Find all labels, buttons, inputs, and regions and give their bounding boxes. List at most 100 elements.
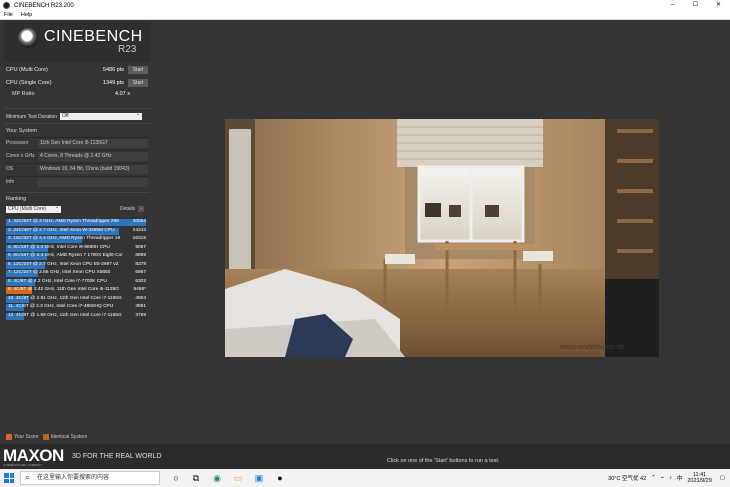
ranking-cpu-label: 7. 12C/24T @ 2.66 GHz, Intel Xeon CPU X5… — [8, 270, 111, 275]
system-key: OS — [6, 166, 14, 172]
ranking-row[interactable]: 1. 32C/64T @ 3 GHz, AMD Ryzen Threadripp… — [6, 218, 148, 227]
render-preview: www.renderbaron.de — [225, 119, 659, 357]
ranking-score: 30054 — [132, 219, 146, 224]
cortana-icon[interactable]: ○ — [170, 472, 182, 484]
mp-ratio-label: MP Ratio — [12, 91, 35, 97]
ranking-score: 5486* — [133, 287, 146, 292]
ranking-score: 8889 — [135, 253, 146, 258]
ranking-score: 9087 — [135, 244, 146, 250]
menu-file[interactable]: File — [4, 12, 13, 18]
system-row-info: Info — [6, 176, 148, 187]
edge-icon[interactable]: ◉ — [211, 472, 223, 484]
volume-icon[interactable]: ♪ — [669, 475, 672, 481]
ranking-cpu-label: 6. 12C/24T @ 2.7 GHz, Intel Xeon CPU E5-… — [8, 261, 119, 267]
score-value: 5486 pts — [102, 67, 124, 73]
ranking-score: 8378 — [135, 261, 146, 267]
info-field[interactable] — [38, 177, 148, 187]
ranking-cpu-label: 4. 8C/16T @ 2.3 GHz, Intel Core i9-9880H… — [8, 244, 110, 250]
taskbar-clock[interactable]: 11:41 2021/9/29 — [687, 472, 711, 484]
score-label: CPU (Single Core) — [6, 80, 52, 86]
system-row-os: OS Windows 10, 64 Bit, China (build 1904… — [6, 163, 148, 174]
system-value: 11th Gen Intel Core i5-1135G7 — [38, 138, 148, 148]
ranking-list: 1. 32C/64T @ 3 GHz, AMD Ryzen Threadripp… — [6, 218, 148, 320]
ranking-heading: Ranking — [6, 196, 27, 202]
ranking-cpu-label: 3. 16C/32T @ 3.4 GHz, AMD Ryzen Threadri… — [8, 236, 121, 241]
ranking-score: 3769 — [135, 312, 146, 318]
ranking-details-toggle[interactable]: Details — [120, 206, 144, 212]
ranking-row[interactable]: 7. 12C/24T @ 2.66 GHz, Intel Xeon CPU X5… — [6, 269, 148, 278]
mp-ratio: MP Ratio 4.07 x — [12, 91, 148, 97]
ranking-row[interactable]: 8. 4C/8T @ 4.2 GHz, Intel Core i7-7700K … — [6, 278, 148, 287]
ranking-score: 4904 — [135, 295, 146, 301]
mp-ratio-value: 4.07 x — [115, 91, 130, 97]
min-test-duration: Minimum Test Duration Off — [6, 111, 148, 120]
tray-chevron-icon[interactable]: ⌃ — [651, 475, 656, 481]
ranking-score: 6302 — [135, 278, 146, 284]
your-system-heading: Your System — [6, 128, 37, 134]
system-row-processor: Processor 11th Gen Intel Core i5-1135G7 — [6, 137, 148, 148]
ranking-cpu-label: 1. 32C/64T @ 3 GHz, AMD Ryzen Threadripp… — [8, 219, 119, 224]
ranking-cpu-label: 11. 4C/8T @ 2.3 GHz, Intel Core i7-4850H… — [8, 304, 114, 309]
taskbar-search-input[interactable]: 在这里输入你要搜索的内容 — [20, 471, 160, 485]
your-score-swatch — [6, 434, 12, 440]
ranking-cpu-label: 8. 4C/8T @ 4.2 GHz, Intel Core i7-7700K … — [8, 278, 107, 284]
ranking-row[interactable]: 12. 4C/8T @ 1.69 GHz, 11th Gen Intel Cor… — [6, 312, 148, 321]
min-test-duration-select[interactable]: Off — [60, 111, 143, 120]
cinebench-taskbar-icon[interactable]: ● — [274, 472, 286, 484]
legend-your-score: Your Score — [14, 434, 39, 440]
start-hint: Click on one of the 'Start' buttons to r… — [387, 458, 500, 464]
divider — [4, 123, 150, 124]
ranking-cpu-label: 2. 24C/48T @ 2.7 GHz, Intel Xeon W-3265M… — [8, 227, 115, 233]
minimize-button[interactable]: – — [661, 0, 684, 11]
ranking-row[interactable]: 9. 4C/8T @ 2.42 GHz, 11th Gen Intel Core… — [6, 286, 148, 295]
maximize-button[interactable]: ☐ — [684, 0, 707, 11]
footer-bar: MAXON A NEMETSCHEK COMPANY 3D FOR THE RE… — [0, 444, 730, 469]
legend-identical-system: Identical System — [50, 434, 88, 440]
ranking-cpu-label: 10. 4C/8T @ 2.81 GHz, 11th Gen Intel Cor… — [8, 295, 122, 301]
identical-system-swatch — [42, 434, 49, 440]
cinebench-logo: CINEBENCH R23 — [4, 22, 150, 62]
file-explorer-icon[interactable]: ▭ — [232, 472, 244, 484]
cinebench-app-icon — [3, 2, 10, 9]
menu-help[interactable]: Help — [21, 12, 32, 18]
ranking-row[interactable]: 2. 24C/48T @ 2.7 GHz, Intel Xeon W-3265M… — [6, 227, 148, 236]
score-value: 1349 pts — [102, 80, 124, 86]
render-watermark: www.renderbaron.de — [559, 344, 625, 351]
ranking-cpu-label: 9. 4C/8T @ 2.42 GHz, 11th Gen Intel Core… — [8, 287, 119, 292]
ranking-score: 3891 — [135, 304, 146, 309]
store-icon[interactable]: ▣ — [253, 472, 265, 484]
close-button[interactable]: ✕ — [707, 0, 730, 11]
ranking-row[interactable]: 11. 4C/8T @ 2.3 GHz, Intel Core i7-4850H… — [6, 303, 148, 312]
start-single-core-button[interactable]: Start — [128, 79, 148, 87]
input-language[interactable]: 中 — [677, 474, 683, 482]
system-value: 4 Cores, 8 Threads @ 2.42 GHz — [38, 151, 148, 161]
ranking-cpu-label: 12. 4C/8T @ 1.69 GHz, 11th Gen Intel Cor… — [8, 312, 122, 318]
logo-version: R23 — [118, 44, 137, 55]
cinebench-sphere-icon — [18, 28, 38, 48]
network-icon[interactable]: ⌁ — [661, 475, 664, 481]
score-multi-core: CPU (Multi Core) 5486 pts Start — [6, 65, 148, 75]
ranking-row[interactable]: 4. 8C/16T @ 2.3 GHz, Intel Core i9-9880H… — [6, 244, 148, 253]
task-view-icon[interactable]: ⧉ — [190, 472, 202, 484]
clock-date: 2021/9/29 — [687, 478, 712, 484]
weather-widget[interactable]: 30°C 空气优 42 — [608, 474, 646, 482]
maxon-slogan: 3D FOR THE REAL WORLD — [72, 453, 162, 460]
ranking-row[interactable]: 6. 12C/24T @ 2.7 GHz, Intel Xeon CPU E5-… — [6, 261, 148, 270]
windows-start-icon[interactable] — [4, 473, 14, 483]
ranking-row[interactable]: 3. 16C/32T @ 3.4 GHz, AMD Ryzen Threadri… — [6, 235, 148, 244]
ranking-type-select[interactable]: CPU (Multi Core) — [6, 204, 61, 213]
start-multi-core-button[interactable]: Start — [128, 66, 148, 74]
system-key: Processor — [6, 140, 29, 146]
system-tray: 30°C 空气优 42 ⌃ ⌁ ♪ 中 11:41 2021/9/29 ▢ — [608, 469, 730, 487]
min-test-duration-label: Minimum Test Duration — [6, 113, 58, 120]
notification-icon[interactable]: ▢ — [720, 475, 725, 481]
ranking-cpu-label: 5. 8C/16T @ 3.4 GHz, AMD Ryzen 7 1700X E… — [8, 253, 123, 258]
ranking-row[interactable]: 10. 4C/8T @ 2.81 GHz, 11th Gen Intel Cor… — [6, 295, 148, 304]
maxon-subtitle: A NEMETSCHEK COMPANY — [3, 463, 43, 467]
ranking-score: 24243 — [132, 227, 146, 233]
ranking-row[interactable]: 5. 8C/16T @ 3.4 GHz, AMD Ryzen 7 1700X E… — [6, 252, 148, 261]
ranking-legend: Your Score Identical System — [6, 434, 87, 440]
title-bar: CINEBENCH R23.200 – ☐ ✕ — [0, 0, 730, 11]
window-controls: – ☐ ✕ — [661, 0, 730, 11]
system-key: Cores x GHz — [6, 153, 35, 159]
